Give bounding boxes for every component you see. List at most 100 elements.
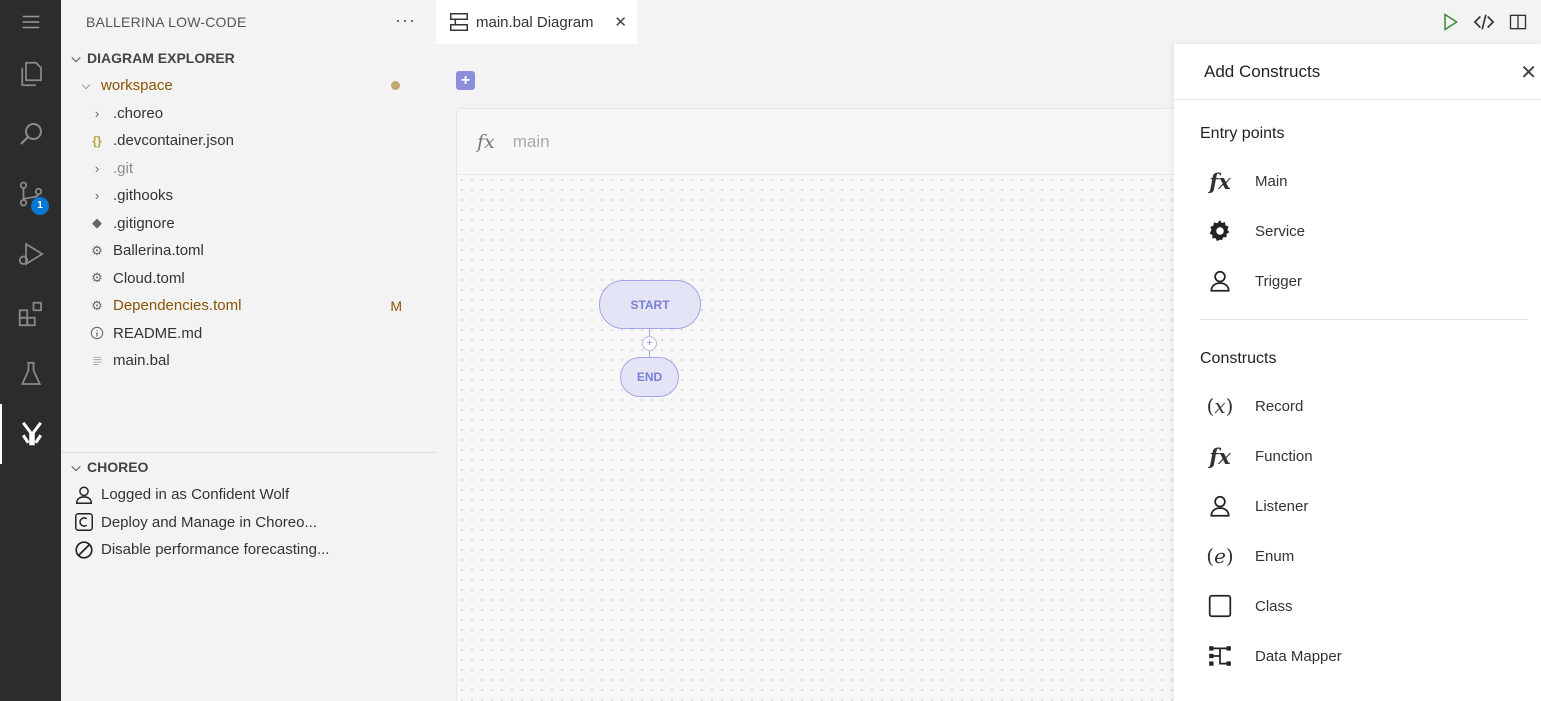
ballerina-icon[interactable] <box>0 404 61 464</box>
tree-item-label: .githooks <box>113 187 174 205</box>
tree-item-label: README.md <box>113 324 203 342</box>
function-diagram: fx main START + END <box>456 108 1216 701</box>
run-icon[interactable] <box>1439 8 1461 36</box>
construct-label: Record <box>1255 397 1304 415</box>
tree-item-cloud-toml[interactable]: ⚙ Cloud.toml <box>61 265 436 293</box>
tab-bar: main.bal Diagram ✕ <box>436 0 1541 44</box>
run-debug-icon[interactable] <box>0 224 61 284</box>
diagram-grid: START + END <box>457 175 1215 701</box>
tree-item-label: .gitignore <box>113 214 175 232</box>
show-source-icon[interactable] <box>1473 8 1495 36</box>
search-icon[interactable] <box>0 104 61 164</box>
construct-label: Function <box>1255 447 1313 465</box>
split-editor-icon[interactable] <box>1507 8 1529 36</box>
construct-class[interactable]: Class <box>1174 581 1541 631</box>
tree-item-ballerina-toml[interactable]: ⚙ Ballerina.toml <box>61 237 436 265</box>
info-icon <box>87 326 107 340</box>
construct-label: Main <box>1255 172 1288 190</box>
data-mapper-icon <box>1206 642 1234 670</box>
explorer-icon[interactable] <box>0 44 61 104</box>
add-constructs-panel: Add Constructs ✕ Entry points fx Main Se… <box>1174 44 1541 701</box>
tree-item-dependencies-toml[interactable]: ⚙ Dependencies.toml M <box>61 292 436 320</box>
user-icon <box>1206 267 1234 295</box>
tree-item-label: .git <box>113 159 134 177</box>
tree-item-main-bal[interactable]: main.bal <box>61 347 436 375</box>
modified-dot <box>391 81 400 91</box>
tree-item-workspace[interactable]: ⌵ workspace <box>61 72 436 100</box>
tree-item-label: Dependencies.toml <box>113 297 242 315</box>
construct-label: Class <box>1255 597 1293 615</box>
choreo-disable-forecast-item[interactable]: Disable performance forecasting... <box>61 536 436 564</box>
end-node[interactable]: END <box>620 357 679 397</box>
construct-service[interactable]: Service <box>1174 206 1541 256</box>
record-icon: (x) <box>1206 394 1234 418</box>
construct-data-mapper[interactable]: Data Mapper <box>1174 631 1541 681</box>
testing-flask-icon[interactable] <box>0 344 61 404</box>
construct-label: Data Mapper <box>1255 647 1342 665</box>
user-icon <box>75 486 93 504</box>
tree-item-devcontainer[interactable]: {} .devcontainer.json <box>61 127 436 155</box>
choreo-title: CHOREO <box>87 459 149 475</box>
activity-bar: 1 <box>0 0 61 701</box>
tree-item-label: .devcontainer.json <box>113 132 234 150</box>
choreo-section: ⌵ CHOREO Logged in as Confident Wolf Dep… <box>61 452 436 564</box>
choreo-item-label: Deploy and Manage in Choreo... <box>101 513 317 531</box>
disable-icon <box>75 541 93 559</box>
construct-label: Service <box>1255 222 1306 240</box>
menu-icon[interactable] <box>0 0 61 44</box>
tree-item-label: Cloud.toml <box>113 269 185 287</box>
chevron-down-icon: ⌵ <box>81 78 91 93</box>
construct-main[interactable]: fx Main <box>1174 156 1541 206</box>
diagram-explorer-title: DIAGRAM EXPLORER <box>87 50 235 66</box>
extensions-icon[interactable] <box>0 284 61 344</box>
chevron-down-icon: ⌵ <box>71 50 81 65</box>
tree-item-readme[interactable]: README.md <box>61 320 436 348</box>
git-file-icon: ◆ <box>92 215 102 231</box>
entry-points-title: Entry points <box>1200 125 1285 142</box>
chevron-right-icon: › <box>94 188 100 204</box>
diagram-explorer-header[interactable]: ⌵ DIAGRAM EXPLORER <box>61 44 436 72</box>
function-header: fx main <box>457 109 1215 175</box>
class-icon <box>1206 592 1234 620</box>
editor-actions <box>1439 8 1541 36</box>
tree-item-githooks[interactable]: › .githooks <box>61 182 436 210</box>
construct-function[interactable]: fx Function <box>1174 431 1541 481</box>
diagram-icon <box>450 13 468 31</box>
tree-item-label: Ballerina.toml <box>113 242 204 260</box>
text-file-icon <box>87 354 107 367</box>
tree-item-choreo[interactable]: › .choreo <box>61 100 436 128</box>
close-icon[interactable]: ✕ <box>614 13 627 31</box>
enum-icon: (e) <box>1206 544 1234 568</box>
sidebar-title: BALLERINA LOW-CODE <box>86 14 247 30</box>
panel-header: Add Constructs ✕ <box>1174 44 1541 100</box>
tab-main-bal-diagram[interactable]: main.bal Diagram ✕ <box>436 0 637 44</box>
tree-item-git[interactable]: › .git <box>61 155 436 183</box>
start-node[interactable]: START <box>599 280 701 329</box>
gear-icon <box>1206 217 1234 245</box>
choreo-header[interactable]: ⌵ CHOREO <box>61 453 436 481</box>
choreo-deploy-item[interactable]: Deploy and Manage in Choreo... <box>61 509 436 537</box>
construct-enum[interactable]: (e) Enum <box>1174 531 1541 581</box>
tree-item-gitignore[interactable]: ◆ .gitignore <box>61 210 436 238</box>
add-construct-button[interactable]: + <box>456 71 475 90</box>
source-control-icon[interactable]: 1 <box>0 164 61 224</box>
function-icon: fx <box>1209 443 1231 469</box>
modified-badge: M <box>390 297 402 314</box>
choreo-c-icon <box>75 513 93 532</box>
construct-listener[interactable]: Listener <box>1174 481 1541 531</box>
choreo-item-label: Disable performance forecasting... <box>101 541 330 559</box>
construct-label: Enum <box>1255 547 1295 565</box>
gear-icon: ⚙ <box>91 297 103 313</box>
tab-label: main.bal Diagram <box>476 13 594 31</box>
gear-icon: ⚙ <box>91 242 103 258</box>
function-icon: fx <box>1209 168 1231 194</box>
construct-record[interactable]: (x) Record <box>1174 381 1541 431</box>
function-name: main <box>512 131 550 151</box>
source-control-badge: 1 <box>31 197 49 215</box>
more-actions-icon[interactable]: ··· <box>395 10 416 31</box>
choreo-login-item[interactable]: Logged in as Confident Wolf <box>61 481 436 509</box>
close-icon[interactable]: ✕ <box>1520 60 1537 85</box>
add-statement-button[interactable]: + <box>642 336 657 351</box>
construct-trigger[interactable]: Trigger <box>1174 256 1541 306</box>
choreo-item-label: Logged in as Confident Wolf <box>101 486 290 504</box>
